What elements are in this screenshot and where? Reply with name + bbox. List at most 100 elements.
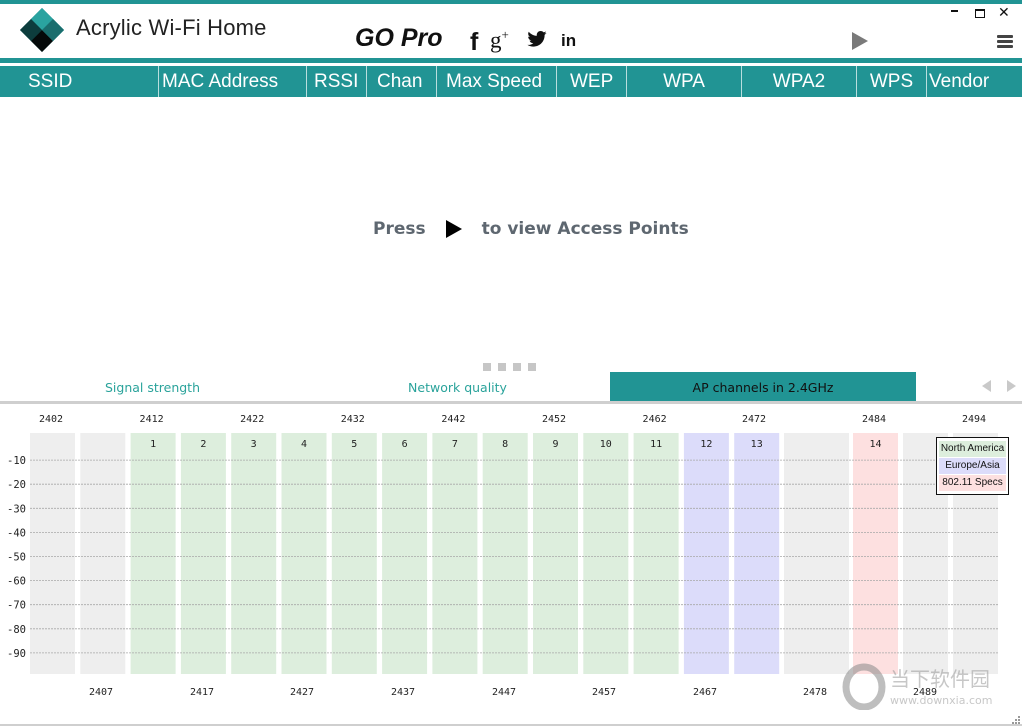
channel-label: 8 (502, 439, 508, 450)
pager-dot[interactable] (513, 363, 521, 371)
bottom-frequency-tick: 2447 (492, 687, 516, 698)
status-bar-border (0, 724, 1022, 726)
header-separator (0, 58, 1022, 63)
legend-europe-asia: Europe/Asia (939, 458, 1006, 474)
google-plus-icon[interactable]: g+ (490, 27, 509, 53)
channel-column (30, 433, 75, 674)
legend-80211-specs: 802.11 Specs (939, 475, 1006, 491)
top-frequency-tick: 2422 (240, 414, 264, 425)
channel-column (281, 433, 327, 674)
google-plus-sup: + (501, 27, 509, 42)
channel-column (784, 433, 849, 674)
pane-splitter-handle[interactable] (483, 363, 536, 371)
bottom-frequency-tick: 2489 (913, 687, 937, 698)
channel-column (331, 433, 377, 674)
top-frequency-tick: 2494 (962, 414, 986, 425)
tab-ap-channels[interactable]: AP channels in 2.4GHz (610, 372, 916, 403)
y-tick-label: -90 (7, 648, 26, 660)
y-tick-label: -60 (7, 576, 26, 588)
top-frequency-tick: 2472 (742, 414, 766, 425)
bottom-frequency-tick: 2407 (89, 687, 113, 698)
y-tick-label: -20 (7, 479, 26, 491)
column-header-wpa2[interactable]: WPA2 (742, 66, 857, 97)
chart-legend: North America Europe/Asia 802.11 Specs (936, 437, 1009, 495)
y-tick-label: -50 (7, 552, 26, 564)
column-header-wpa[interactable]: WPA (627, 66, 742, 97)
column-header-wps[interactable]: WPS (857, 66, 927, 97)
channel-label: 14 (869, 439, 881, 450)
channel-column (853, 433, 898, 674)
channel-label: 7 (452, 439, 458, 450)
y-tick-label: -10 (7, 455, 26, 467)
column-header-vendor[interactable]: Vendor (927, 66, 1022, 97)
pager-dot[interactable] (483, 363, 491, 371)
go-pro-link[interactable]: GO Pro (355, 24, 443, 53)
chart-tabs: Signal strength Network quality AP chann… (0, 372, 1022, 403)
y-tick-label: -70 (7, 600, 26, 612)
y-tick-label: -30 (7, 503, 26, 515)
minimize-button[interactable] (951, 10, 958, 12)
top-frequency-tick: 2402 (39, 414, 63, 425)
channel-column (80, 433, 126, 674)
top-frequency-tick: 2432 (341, 414, 365, 425)
resize-grip-icon[interactable] (1010, 714, 1020, 724)
pager-dot[interactable] (528, 363, 536, 371)
channel-label: 4 (301, 439, 307, 450)
channel-label: 6 (402, 439, 408, 450)
facebook-icon[interactable]: f (470, 28, 478, 56)
channel-column (130, 433, 176, 674)
tab-network-quality[interactable]: Network quality (305, 372, 610, 403)
channel-label: 9 (552, 439, 558, 450)
channel-chart: 1 2 3 4 5 6 7 8 9 10 11 12 13 14 -10 -20 -30 -40 -50 -60 -70… (0, 404, 1022, 724)
channel-label: 1 (150, 439, 156, 450)
channel-label: 11 (650, 439, 662, 450)
channel-column (734, 433, 780, 674)
hamburger-menu-icon[interactable] (997, 35, 1013, 48)
channel-column (482, 433, 528, 674)
channel-column (583, 433, 629, 674)
maximize-button[interactable] (975, 9, 985, 18)
empty-state-hint: to view Access Points (481, 219, 689, 239)
y-tick-label: -40 (7, 527, 26, 539)
window-top-accent (0, 0, 1022, 4)
top-frequency-tick: 2452 (542, 414, 566, 425)
close-button[interactable]: ✕ (998, 5, 1010, 21)
chart-prev-arrow-icon[interactable] (982, 380, 991, 392)
column-header-rssi[interactable]: RSSI (307, 66, 367, 97)
empty-state-message: Press to view Access Points (373, 219, 689, 239)
top-frequency-tick: 2442 (441, 414, 465, 425)
channel-label: 12 (700, 439, 712, 450)
bottom-frequency-tick: 2427 (290, 687, 314, 698)
legend-north-america: North America (939, 441, 1006, 457)
channel-column (231, 433, 277, 674)
top-frequency-tick: 2484 (862, 414, 886, 425)
twitter-icon[interactable] (527, 31, 547, 47)
channel-column (683, 433, 729, 674)
empty-state-press: Press (373, 219, 426, 239)
app-title: Acrylic Wi-Fi Home (76, 15, 267, 40)
linkedin-icon[interactable]: in (561, 31, 576, 57)
channel-label: 3 (251, 439, 257, 450)
acrylic-logo-icon (20, 8, 64, 52)
channel-column (180, 433, 226, 674)
start-scan-play-button[interactable] (852, 32, 868, 50)
column-header-chan[interactable]: Chan (367, 66, 437, 97)
ap-table-header: SSID MAC Address RSSI Chan Max Speed WEP… (0, 66, 1022, 97)
play-icon (445, 220, 462, 238)
column-header-max-speed[interactable]: Max Speed (437, 66, 557, 97)
chart-next-arrow-icon[interactable] (1007, 380, 1016, 392)
top-frequency-tick: 2412 (140, 414, 164, 425)
channel-label: 5 (351, 439, 357, 450)
column-header-wep[interactable]: WEP (557, 66, 627, 97)
bottom-frequency-tick: 2417 (190, 687, 214, 698)
channel-label: 13 (751, 439, 763, 450)
pager-dot[interactable] (498, 363, 506, 371)
column-header-ssid[interactable]: SSID (0, 66, 159, 97)
channel-column (382, 433, 428, 674)
channel-label: 10 (600, 439, 612, 450)
column-header-mac-address[interactable]: MAC Address (159, 66, 307, 97)
tab-signal-strength[interactable]: Signal strength (0, 372, 305, 403)
top-frequency-tick: 2462 (643, 414, 667, 425)
bottom-frequency-tick: 2478 (803, 687, 827, 698)
bottom-frequency-tick: 2437 (391, 687, 415, 698)
